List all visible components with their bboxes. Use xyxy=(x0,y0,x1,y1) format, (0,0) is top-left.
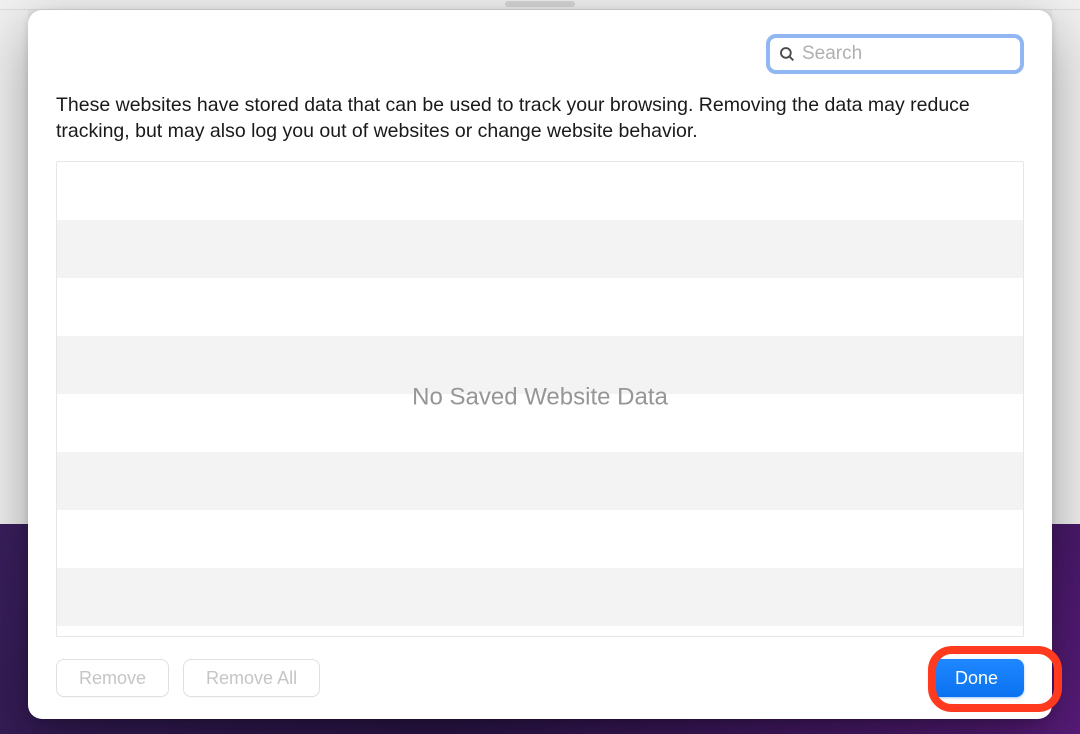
backdrop-left xyxy=(0,10,28,524)
list-row xyxy=(57,278,1023,336)
description-text: These websites have stored data that can… xyxy=(56,92,1024,145)
search-icon xyxy=(778,45,796,63)
website-data-list: No Saved Website Data xyxy=(56,161,1024,637)
list-row xyxy=(57,510,1023,568)
website-data-sheet: These websites have stored data that can… xyxy=(28,10,1052,719)
button-row: Remove Remove All Done xyxy=(56,659,1024,697)
list-row xyxy=(57,568,1023,626)
search-row xyxy=(56,34,1024,74)
done-button[interactable]: Done xyxy=(929,659,1024,697)
remove-button[interactable]: Remove xyxy=(56,659,169,697)
remove-all-button[interactable]: Remove All xyxy=(183,659,320,697)
list-row xyxy=(57,220,1023,278)
empty-state-label: No Saved Website Data xyxy=(412,383,668,411)
backdrop-right xyxy=(1052,10,1080,524)
search-field-wrap[interactable] xyxy=(766,34,1024,74)
parent-window-titlebar xyxy=(0,0,1080,10)
list-row xyxy=(57,162,1023,220)
search-input[interactable] xyxy=(802,43,1012,65)
window-notch xyxy=(505,1,575,7)
list-row xyxy=(57,452,1023,510)
